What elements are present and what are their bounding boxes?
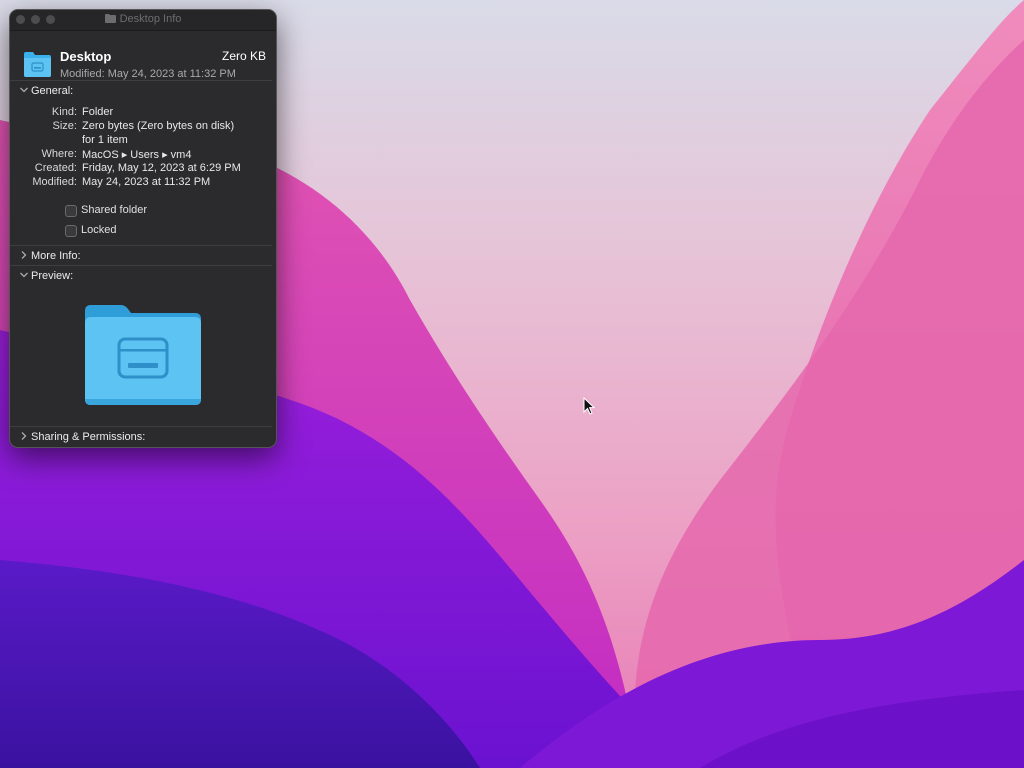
info-row-label: Modified: [32,176,77,188]
info-header: Desktop Zero KB Modified: May 24, 2023 a… [10,31,276,87]
folder-icon [24,52,51,77]
folder-icon [104,14,116,23]
info-row-label: Kind: [51,106,77,118]
section-sharing-toggle[interactable]: Sharing & Permissions: [19,431,145,445]
section-preview-toggle[interactable]: Preview: [19,270,73,284]
shared-folder-checkbox[interactable] [65,205,77,217]
folder-icon [85,305,201,405]
info-row-modified: Modified: May 24, 2023 at 11:32 PM [10,176,272,190]
chevron-right-icon [21,432,27,440]
locked-checkbox[interactable] [65,225,77,237]
info-row-value: Friday, May 12, 2023 at 6:29 PM [82,162,241,174]
info-row-label: Created: [34,162,77,174]
info-row-value: for 1 item [82,134,128,146]
section-more-info-label: More Info: [31,250,81,262]
info-row-label: Where: [41,148,77,160]
section-general-label: General: [31,85,74,97]
info-row-size: Size: Zero bytes (Zero bytes on disk) [10,120,272,134]
divider [10,245,272,246]
chevron-right-icon [21,251,27,259]
chevron-down-icon [20,87,28,93]
info-row-value: Zero bytes (Zero bytes on disk) [82,120,235,132]
divider [10,80,272,81]
section-preview-label: Preview: [31,270,74,282]
window-title-group: Desktop Info [10,13,276,25]
info-row-created: Created: Friday, May 12, 2023 at 6:29 PM [10,162,272,176]
window-title: Desktop Info [119,13,182,25]
shared-folder-label: Shared folder [81,204,148,216]
cursor-icon [583,397,595,415]
item-modified: Modified: May 24, 2023 at 11:32 PM [60,68,236,80]
section-more-info-toggle[interactable]: More Info: [19,250,81,264]
locked-label: Locked [81,224,117,236]
title-bar[interactable]: Desktop Info [10,10,276,31]
info-row-kind: Kind: Folder [10,106,272,120]
item-name: Desktop [60,49,112,64]
section-sharing-label: Sharing & Permissions: [31,431,146,443]
get-info-window[interactable]: Desktop Info Desktop Zero KB Modified: M… [9,9,277,448]
info-row-size-count: for 1 item [10,134,272,148]
chevron-down-icon [20,272,28,278]
item-size: Zero KB [221,49,266,63]
section-general-toggle[interactable]: General: [19,85,73,99]
info-row-value: Folder [82,106,114,118]
divider [10,265,272,266]
info-row-value[interactable]: MacOS ▸ Users ▸ vm4 [82,148,191,161]
divider [10,426,272,427]
info-row-value: May 24, 2023 at 11:32 PM [82,176,211,188]
info-row-label: Size: [52,120,77,132]
info-row-where: Where: MacOS ▸ Users ▸ vm4 [10,148,272,162]
